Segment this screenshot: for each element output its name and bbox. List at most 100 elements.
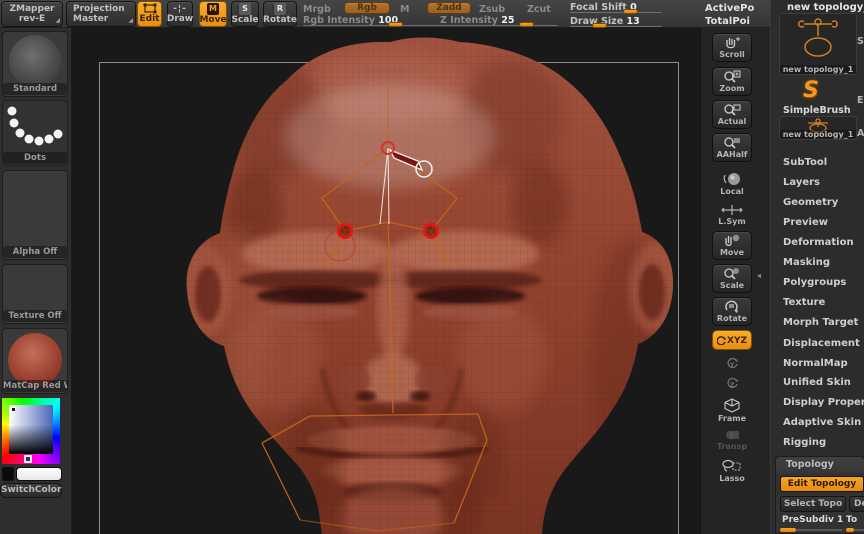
xyz-constraint-button[interactable]: XYZ (712, 330, 752, 350)
transp-button[interactable]: Transp (712, 427, 752, 452)
matcap-thumb[interactable]: MatCap Red Wa (2, 328, 68, 394)
color-picker[interactable] (2, 398, 60, 464)
edit-topology-button[interactable]: Edit Topology (780, 476, 864, 492)
projection-label: Projection (73, 3, 125, 14)
draw-button[interactable]: -¦- Draw (167, 1, 193, 27)
tool-thumb-alt[interactable]: new topology_1 (779, 116, 857, 140)
alpha-off-thumb[interactable]: Alpha Off (2, 170, 68, 260)
zmapper-sublabel: rev-E (18, 14, 46, 24)
menu-geometry[interactable]: Geometry (783, 197, 838, 208)
menu-unified-skin[interactable]: Unified Skin (783, 377, 851, 388)
rgb-intensity-handle[interactable] (388, 22, 403, 27)
hue-marker[interactable] (24, 455, 32, 463)
saturation-value-square[interactable] (9, 405, 53, 454)
texture-off-thumb[interactable]: Texture Off (2, 264, 68, 324)
tray-collapse-arrow[interactable]: ◂ (757, 271, 761, 280)
edit-button[interactable]: Edit (137, 1, 162, 27)
rotate-button[interactable]: R Rotate (263, 1, 297, 27)
xyz-arrow-icon (717, 335, 726, 345)
zoom-label: Zoom (719, 84, 745, 93)
zadd-toggle[interactable]: Zadd (427, 2, 471, 14)
zcut-toggle[interactable]: Zcut (527, 4, 551, 15)
mrgb-toggle[interactable]: Mrgb (303, 4, 331, 15)
gyro-scale-label: Scale (719, 281, 745, 290)
menu-layers[interactable]: Layers (783, 177, 820, 188)
topology-preview-icon (798, 18, 838, 57)
actual-magnifier-icon (724, 104, 741, 116)
switch-color-button[interactable]: SwitchColor (0, 483, 62, 498)
menu-normalmap[interactable]: NormalMap (783, 358, 848, 369)
simplebrush-icon[interactable]: S (803, 78, 819, 103)
z-intensity-track[interactable] (438, 25, 558, 26)
menu-rigging[interactable]: Rigging (783, 437, 826, 448)
switch-color-label: SwitchColor (1, 485, 62, 495)
select-topo-label: Select Topo (783, 499, 843, 509)
gyro-rotate-button[interactable]: Rotate (712, 297, 752, 326)
top-toolbar: ZMapper rev-E ◢ Projection Master ◢ Edit… (0, 0, 770, 28)
menu-texture[interactable]: Texture (783, 297, 825, 308)
rot-y-icon[interactable]: Y (712, 355, 752, 372)
tool-thumb-current[interactable]: new topology_1 (779, 13, 857, 75)
projection-master-button[interactable]: Projection Master ◢ (66, 1, 136, 27)
alpha-off-label: Alpha Off (3, 246, 67, 258)
aahalf-button[interactable]: AAHalf (712, 133, 752, 162)
menu-subtool[interactable]: SubTool (783, 157, 827, 168)
brush-standard-thumb[interactable]: Standard (2, 31, 68, 97)
scale-button[interactable]: S Scale (231, 1, 259, 27)
zbrush-window: ZMapper rev-E ◢ Projection Master ◢ Edit… (0, 0, 864, 534)
focal-shift-handle[interactable] (623, 9, 638, 14)
frame-label: Frame (717, 413, 747, 423)
lsym-button[interactable]: L.Sym (712, 202, 752, 228)
simplebrush-label: SimpleBrush (783, 105, 851, 116)
scroll-button[interactable]: Scroll (712, 33, 752, 62)
secondary-color-swatch[interactable] (2, 467, 14, 481)
rot-y-glyph: Y (727, 357, 738, 369)
topology-section-header[interactable]: Topology (776, 457, 864, 473)
rot-z-icon[interactable]: Z (712, 375, 752, 392)
menu-display-properties[interactable]: Display Properti (783, 397, 864, 408)
frame-button[interactable]: Frame (712, 396, 752, 424)
stroke-dots-thumb[interactable]: Dots (2, 100, 68, 166)
focal-shift-track[interactable] (570, 12, 662, 13)
corner-triangle-icon: ◢ (55, 17, 60, 25)
delete-topo-partial-button[interactable]: De (849, 496, 864, 512)
select-topo-button[interactable]: Select Topo (780, 496, 846, 512)
zmapper-label: ZMapper (9, 3, 55, 14)
actual-button[interactable]: Actual (712, 100, 752, 129)
menu-deformation[interactable]: Deformation (783, 237, 854, 248)
menu-preview[interactable]: Preview (783, 217, 828, 228)
tool-thumb-alt-label: new topology_1 (780, 130, 856, 139)
menu-displacement[interactable]: Displacement (783, 338, 860, 349)
scale-magnifier-icon (724, 268, 739, 280)
sv-marker[interactable] (11, 407, 16, 412)
m-toggle[interactable]: M (400, 4, 409, 15)
presubdiv-handle[interactable] (780, 528, 796, 532)
rotate-label: Rotate (263, 14, 297, 25)
lasso-button[interactable]: Lasso (712, 457, 752, 485)
zmapper-button[interactable]: ZMapper rev-E ◢ (1, 1, 63, 27)
draw-size-track[interactable] (570, 26, 662, 27)
standard-brush-label: Standard (3, 83, 67, 95)
menu-adaptive-skin[interactable]: Adaptive Skin (783, 417, 861, 428)
menu-masking[interactable]: Masking (783, 257, 830, 268)
move-button[interactable]: M Move (199, 1, 227, 27)
rgb-toggle[interactable]: Rgb (344, 2, 390, 14)
menu-morph-target[interactable]: Morph Target (783, 317, 858, 328)
zsub-toggle[interactable]: Zsub (479, 4, 505, 15)
z-intensity-handle[interactable] (519, 22, 534, 27)
head-shading (186, 37, 674, 534)
lsym-label: L.Sym (718, 217, 746, 226)
sculpt-head-render (186, 37, 674, 534)
sculpt-canvas[interactable] (72, 28, 700, 534)
active-points-label: ActivePo (705, 3, 755, 14)
zoom-button[interactable]: Zoom (712, 67, 752, 96)
zoom-magnifier-icon (724, 70, 741, 83)
rgb-intensity-track[interactable] (303, 25, 459, 26)
gyro-scale-button[interactable]: Scale (712, 264, 752, 293)
primary-color-swatch[interactable] (16, 467, 62, 481)
partial-slider-handle[interactable] (846, 528, 854, 532)
menu-polygroups[interactable]: Polygroups (783, 277, 846, 288)
local-button[interactable]: Local (712, 170, 752, 198)
gyro-move-button[interactable]: Move (712, 231, 752, 260)
aahalf-magnifier-icon (724, 137, 740, 149)
